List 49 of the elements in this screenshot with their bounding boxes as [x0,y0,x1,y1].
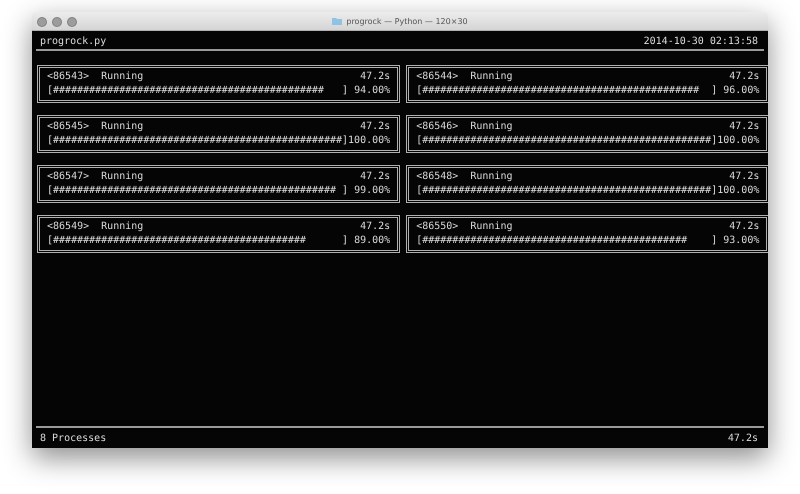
process-id: <86549> [47,220,90,234]
process-id: <86546> [416,120,458,134]
process-time: 47.2s [360,120,390,134]
process-time: 47.2s [360,220,390,234]
process-status: Running [101,170,144,184]
script-name: progrock.py [40,36,106,46]
process-time: 47.2s [729,70,760,84]
process-status: Running [470,120,512,134]
progress-percent: 96.00% [723,84,760,98]
progress-percent: 100.00% [348,134,390,148]
process-time: 47.2s [360,70,390,84]
progress-bar-text: [############################################ ] [416,234,718,248]
process-status: Running [470,170,512,184]
process-count: 8 Processes [40,432,106,444]
progress-percent: 89.00% [354,234,390,248]
close-button[interactable] [37,17,47,27]
process-id: <86548> [416,170,458,184]
process-status: Running [101,220,144,234]
process-time: 47.2s [729,120,760,134]
progress-percent: 93.00% [723,234,760,248]
progress-bar-text: [############################################# ] [47,84,348,98]
process-id: <86545> [47,120,90,134]
progress-bar-text: [########################################## ] [47,234,348,248]
process-id: <86544> [416,70,458,84]
progress-percent: 100.00% [717,184,760,198]
progress-bar-text: [############################################### ] [47,184,348,198]
folder-icon [332,17,342,25]
process-status: Running [101,70,144,84]
elapsed-time: 47.2s [728,432,758,444]
progress-percent: 100.00% [717,134,760,148]
process-id: <86543> [47,70,90,84]
process-time: 47.2s [360,170,390,184]
progress-bar-text: [################################################] [416,184,718,198]
process-status: Running [470,70,512,84]
process-id: <86550> [416,220,458,234]
process-status: Running [470,220,512,234]
process-id: <86547> [47,170,90,184]
progress-bar-text: [############################################## ] [416,84,718,98]
process-status: Running [101,120,144,134]
zoom-button[interactable] [67,17,77,27]
progress-percent: 99.00% [354,184,390,198]
window-title: progrock — Python — 120×30 [346,16,468,26]
process-time: 47.2s [729,220,760,234]
minimize-button[interactable] [52,17,62,27]
progress-bar-text: [################################################] [47,134,348,148]
process-time: 47.2s [729,170,760,184]
progress-percent: 94.00% [354,84,390,98]
timestamp: 2014-10-30 02:13:58 [644,36,758,46]
progress-bar-text: [################################################] [416,134,718,148]
